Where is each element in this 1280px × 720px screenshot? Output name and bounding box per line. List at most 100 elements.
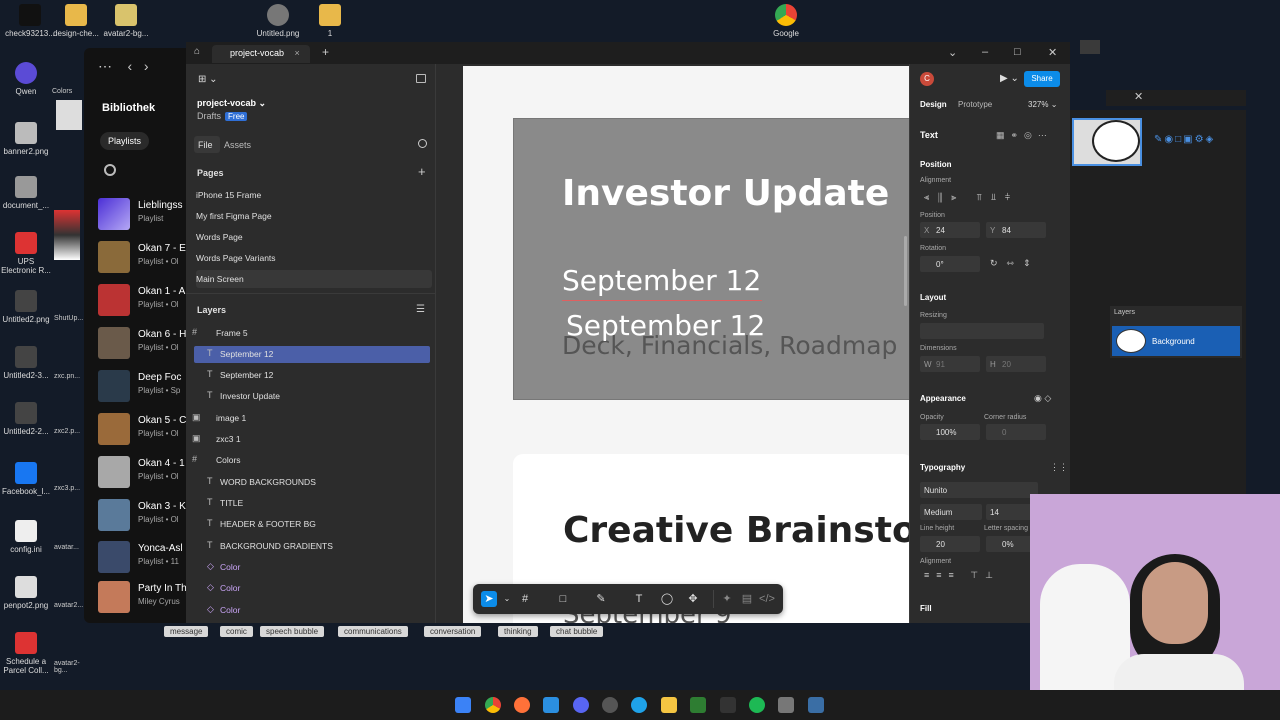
code-icon[interactable]: </> <box>759 591 775 607</box>
desktop-icon[interactable]: Untitled.png <box>248 4 308 38</box>
tab-assets[interactable]: Assets <box>224 140 251 150</box>
playlist-item[interactable]: Lieblingss Playlist <box>98 196 198 232</box>
layer-row[interactable]: ◇ Color <box>194 580 430 597</box>
transform-icons[interactable]: ↻⇿⇕ <box>990 258 1040 269</box>
layer-row-selected[interactable]: T September 12 <box>194 346 430 363</box>
desktop-icon[interactable]: penpot2.png <box>0 576 52 610</box>
chevron-down-icon[interactable]: ⌄ <box>948 46 957 59</box>
close-icon[interactable]: ✕ <box>1134 90 1143 103</box>
vscode-icon[interactable] <box>543 697 559 713</box>
tag[interactable]: thinking <box>498 626 538 637</box>
tag[interactable]: comic <box>220 626 253 637</box>
close-icon[interactable]: ✕ <box>1048 46 1057 59</box>
playlist-item[interactable]: Party In Th Miley Cyrus <box>98 579 198 615</box>
ai-tool-icon[interactable]: ✦ <box>719 591 735 607</box>
playlist-item[interactable]: Okan 3 - K Playlist • Ol <box>98 497 198 533</box>
app-icon[interactable] <box>778 697 794 713</box>
file-explorer-icon[interactable] <box>661 697 677 713</box>
playlist-item[interactable]: Okan 7 - E Playlist • Ol <box>98 239 198 275</box>
layer-row[interactable]: T HEADER & FOOTER BG <box>194 516 430 533</box>
desktop-icon[interactable]: Untitled2-2... <box>0 402 52 436</box>
september-12-text[interactable]: September 12 <box>562 264 761 297</box>
spotify-icon[interactable] <box>749 697 765 713</box>
text-align-icons[interactable]: ≡≡≡ ⊤⊥ <box>924 570 1000 581</box>
playlists-filter[interactable]: Playlists <box>100 132 150 150</box>
home-icon[interactable]: ⌂ <box>194 46 200 57</box>
desktop-icon[interactable]: Untitled2-3... <box>0 346 52 380</box>
new-tab-icon[interactable]: + <box>322 45 329 59</box>
tag[interactable]: chat bubble <box>550 626 604 637</box>
desktop-icon[interactable]: Untitled2.png <box>0 290 52 324</box>
play-icon[interactable]: ▶ ⌄ <box>1000 73 1019 84</box>
resizing-control[interactable] <box>920 323 1044 339</box>
tag[interactable]: communications <box>338 626 408 637</box>
corner-radius-field[interactable] <box>986 424 1046 440</box>
avatar[interactable]: C <box>920 72 934 86</box>
panel-toggle-icon[interactable] <box>416 74 426 83</box>
page-item-active[interactable]: Main Screen <box>196 270 432 288</box>
tag[interactable]: speech bubble <box>260 626 325 637</box>
media-player-icon[interactable] <box>690 697 706 713</box>
discord-icon[interactable] <box>573 697 589 713</box>
comment-tool-icon[interactable]: ◯ <box>659 591 675 607</box>
nav-controls[interactable]: ⋯ ‹ › <box>98 58 149 75</box>
frame-5[interactable]: Investor Update Deck, Financials, Roadma… <box>513 118 909 400</box>
desktop-icon[interactable]: Schedule a Parcel Coll... <box>0 632 52 675</box>
desktop-icon[interactable]: Qwen <box>0 62 52 96</box>
tab-file[interactable]: File <box>198 140 213 150</box>
canvas[interactable]: Investor Update Deck, Financials, Roadma… <box>463 66 909 623</box>
layer-row[interactable]: # Frame 5 <box>192 325 430 342</box>
typography-settings-icon[interactable]: ⋮⋮ <box>1050 462 1068 473</box>
windows-start-icon[interactable] <box>455 697 471 713</box>
edge-icon[interactable] <box>631 697 647 713</box>
layer-row[interactable]: T BACKGROUND GRADIENTS <box>194 538 430 555</box>
desktop-icon[interactable]: UPS Electronic R... <box>0 232 52 275</box>
playlist-item[interactable]: Okan 1 - A Playlist • Ol <box>98 282 198 318</box>
settings-icon[interactable] <box>602 697 618 713</box>
search-icon[interactable] <box>104 164 116 176</box>
layer-row[interactable]: ▣ image 1 <box>192 410 430 427</box>
actions-icon[interactable]: ✥ <box>685 591 701 607</box>
line-height-field[interactable] <box>920 536 980 552</box>
tab-design[interactable]: Design <box>920 100 947 109</box>
text-tool-icon[interactable]: T <box>631 591 647 607</box>
layer-row[interactable]: T WORD BACKGROUNDS <box>194 474 430 491</box>
desktop-icon[interactable]: config.ini <box>0 520 52 554</box>
chevron-down-icon[interactable]: ⌄ <box>499 591 515 607</box>
layer-row[interactable]: ◇ Color <box>194 602 430 619</box>
desktop-icon[interactable]: document_... <box>0 176 52 210</box>
page-item[interactable]: Words Page <box>196 228 432 246</box>
september-12-text-selected[interactable]: September 12 <box>566 309 765 342</box>
desktop-icon[interactable]: 1 <box>300 4 360 38</box>
add-page-icon[interactable]: + <box>418 164 426 179</box>
eye-icon[interactable]: ◉ ◇ <box>1034 393 1051 404</box>
layers-list-icon[interactable]: ☰ <box>416 304 425 315</box>
dev-mode-icon[interactable]: ▤ <box>739 591 755 607</box>
layer-row[interactable]: # Colors <box>192 452 430 469</box>
figma-menu-icon[interactable]: ⊞ ⌄ <box>198 74 218 85</box>
playlist-item[interactable]: Okan 4 - 1 Playlist • Ol <box>98 454 198 490</box>
layer-row[interactable]: ▣ zxc3 1 <box>192 431 430 448</box>
minimize-icon[interactable]: – <box>982 46 988 58</box>
page-item[interactable]: Words Page Variants <box>196 249 432 267</box>
layer-row[interactable]: T September 12 <box>194 367 430 384</box>
zoom-level[interactable]: 327% ⌄ <box>1028 100 1057 109</box>
layer-row[interactable]: ◇ Color <box>194 559 430 576</box>
move-tool-icon[interactable]: ➤ <box>481 591 497 607</box>
chrome-icon[interactable] <box>485 697 501 713</box>
playlist-item[interactable]: Deep Foc Playlist • Sp <box>98 368 198 404</box>
layer-row[interactable]: T Investor Update <box>194 388 430 405</box>
app-toolbar-icons[interactable]: ✎◉□▣⚙◈ <box>1154 134 1215 145</box>
alignment-icons[interactable]: ⫷⫼⫸ ⫪⫫⫩ <box>924 192 1019 203</box>
creative-brainstorm-text[interactable]: Creative Brainstorm <box>563 510 909 551</box>
tag[interactable]: conversation <box>424 626 482 637</box>
playlist-item[interactable]: Okan 5 - C Playlist • Ol <box>98 411 198 447</box>
playlist-item[interactable]: Okan 6 - H Playlist • Ol <box>98 325 198 361</box>
frame-tool-icon[interactable]: # <box>517 591 533 607</box>
page-item[interactable]: My first Figma Page <box>196 207 432 225</box>
close-tab-icon[interactable]: × <box>295 48 300 58</box>
share-button[interactable]: Share <box>1024 71 1060 87</box>
investor-update-text[interactable]: Investor Update <box>562 173 889 214</box>
page-item[interactable]: iPhone 15 Frame <box>196 186 432 204</box>
tag[interactable]: message <box>164 626 209 637</box>
